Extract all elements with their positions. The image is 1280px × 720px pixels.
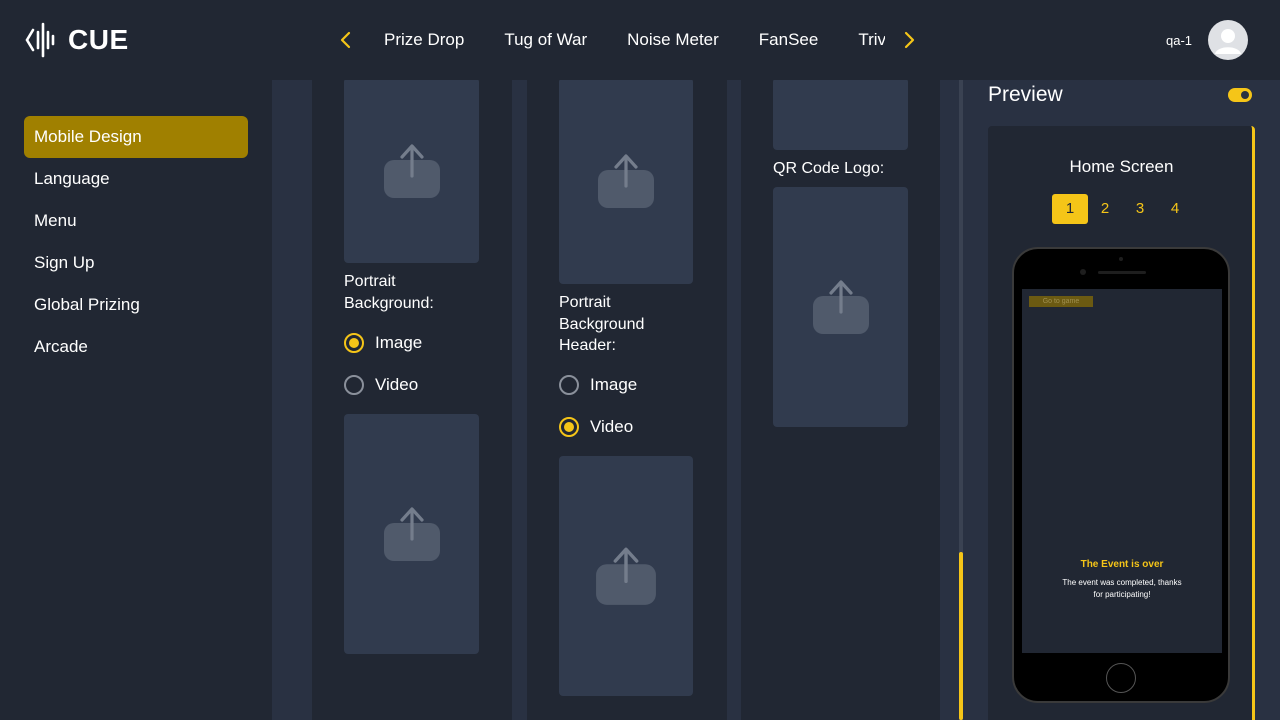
upload-icon (812, 280, 869, 334)
phone-sensor (1119, 257, 1123, 261)
tab-noise-meter[interactable]: Noise Meter (607, 30, 739, 50)
upload-icon (383, 143, 440, 198)
screen-title: Home Screen (1069, 157, 1174, 176)
upload-dropzone[interactable] (559, 456, 693, 696)
phone-speaker (1098, 271, 1146, 274)
logo-text: CUE (68, 24, 129, 55)
radio-button[interactable] (559, 375, 579, 395)
portrait-background-header-label: Portrait Background Header: (559, 294, 645, 354)
user-icon (1215, 29, 1241, 54)
upload-dropzone[interactable] (344, 414, 479, 654)
page-button-2[interactable]: 2 (1087, 194, 1123, 224)
tab-trivia[interactable]: Trivia (838, 30, 885, 50)
chevron-right-icon (904, 31, 915, 49)
phone-screen: Go to game The Event is over The event w… (1022, 289, 1222, 653)
upload-icon (598, 154, 654, 208)
sidebar-item-global-prizing[interactable]: Global Prizing (24, 284, 248, 326)
go-to-game-button[interactable]: Go to game (1029, 296, 1093, 307)
tab-tug-of-war[interactable]: Tug of War (484, 30, 607, 50)
radio-image-option[interactable]: Image (559, 375, 637, 395)
games-prev-button[interactable] (332, 26, 360, 54)
top-header: CUE Prize Drop Tug of War Noise Meter Fa… (0, 0, 1280, 80)
upload-icon (596, 547, 656, 605)
phone-camera (1080, 269, 1086, 275)
radio-video-option[interactable]: Video (344, 375, 418, 395)
preview-panel: Preview Home Screen 1 2 3 4 Go to game T… (963, 80, 1280, 720)
phone-home-button (1106, 663, 1136, 693)
editor-column-1: Portrait Background: Image Video (312, 80, 512, 720)
avatar[interactable] (1208, 20, 1248, 60)
event-over-title: The Event is over (1080, 559, 1164, 570)
page-button-1[interactable]: 1 (1052, 194, 1088, 224)
waveform-logo-icon (25, 22, 55, 58)
editor-column-2: Portrait Background Header: Image Video (527, 80, 727, 720)
upload-dropzone[interactable] (344, 80, 479, 263)
sidebar-item-language[interactable]: Language (24, 158, 248, 200)
sidebar-item-menu[interactable]: Menu (24, 200, 248, 242)
tab-fansee[interactable]: FanSee (739, 30, 839, 50)
tab-prize-drop[interactable]: Prize Drop (364, 30, 484, 50)
radio-image-option[interactable]: Image (344, 333, 422, 353)
upload-icon (383, 507, 440, 561)
radio-button[interactable] (344, 375, 364, 395)
cue-logo[interactable]: CUE (24, 20, 129, 60)
radio-button[interactable] (559, 417, 579, 437)
radio-video-option[interactable]: Video (559, 417, 633, 437)
chevron-left-icon (340, 31, 351, 49)
preview-card: Home Screen 1 2 3 4 Go to game The Event… (988, 126, 1255, 720)
sidebar-item-sign-up[interactable]: Sign Up (24, 242, 248, 284)
radio-button[interactable] (344, 333, 364, 353)
game-tabs: Prize Drop Tug of War Noise Meter FanSee… (364, 20, 885, 60)
radio-label: Image (375, 333, 423, 352)
user-name: qa-1 (1166, 33, 1193, 48)
upload-dropzone[interactable] (773, 80, 908, 150)
phone-mockup: Go to game The Event is over The event w… (1012, 247, 1230, 703)
upload-dropzone[interactable] (773, 187, 908, 427)
qr-code-logo-label: QR Code Logo: (773, 160, 885, 177)
preview-toggle[interactable] (1228, 88, 1252, 102)
radio-label: Video (375, 375, 419, 394)
radio-label: Image (590, 375, 638, 394)
games-next-button[interactable] (895, 26, 923, 54)
event-over-message: The event was completed, thanks for part… (1062, 578, 1182, 599)
sidebar-item-mobile-design[interactable]: Mobile Design (24, 116, 248, 158)
design-editor: Portrait Background: Image Video Portrai… (272, 80, 960, 720)
portrait-background-label: Portrait Background: (344, 273, 434, 312)
page-button-4[interactable]: 4 (1157, 194, 1193, 224)
sidebar-item-arcade[interactable]: Arcade (24, 326, 248, 368)
preview-title: Preview (988, 83, 1063, 106)
sidebar: Mobile Design Language Menu Sign Up Glob… (0, 80, 272, 720)
upload-dropzone[interactable] (559, 80, 693, 284)
radio-label: Video (590, 417, 634, 436)
editor-column-3: QR Code Logo: (741, 80, 940, 720)
page-button-3[interactable]: 3 (1122, 194, 1158, 224)
